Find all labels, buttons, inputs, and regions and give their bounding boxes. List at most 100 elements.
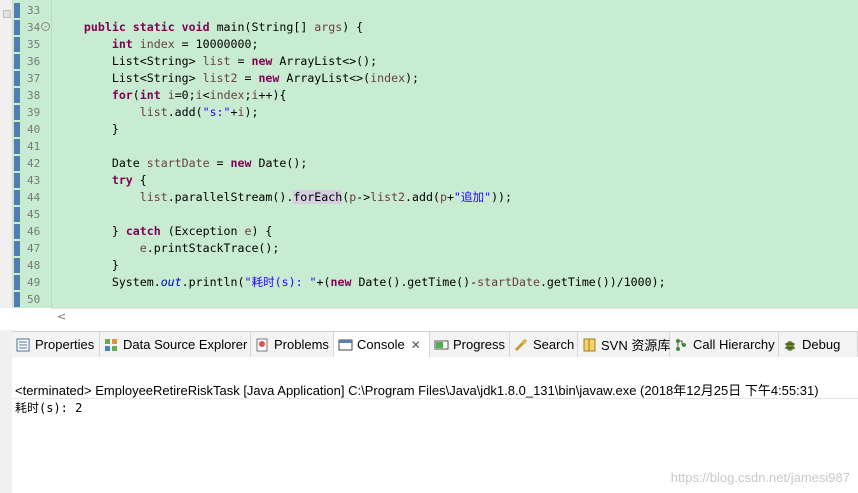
code-text: }: [56, 224, 126, 238]
code-text: +: [446, 190, 454, 204]
code-line[interactable]: try {: [56, 172, 147, 189]
code-text: System.: [56, 275, 161, 289]
console-icon: [338, 338, 353, 352]
tab-label: Search: [533, 337, 575, 352]
tab-call-hierarchy[interactable]: Call Hierarchy: [670, 332, 779, 357]
code-line[interactable]: List<String> list = new ArrayList<>();: [56, 53, 377, 70]
tab-svn[interactable]: SVN 资源库: [578, 332, 670, 357]
line-number: 36: [13, 53, 51, 70]
code-line[interactable]: int index = 10000000;: [56, 36, 259, 53]
progress-icon: [434, 338, 449, 352]
code-line[interactable]: System.out.println("耗时(s): "+(new Date()…: [56, 274, 666, 291]
tab-search[interactable]: Search: [510, 332, 578, 357]
variable: index: [209, 88, 245, 102]
line-number-text: 34: [27, 21, 41, 34]
code-text: Date: [56, 156, 147, 170]
line-number-text: 39: [27, 106, 41, 119]
code-text: ) {: [342, 20, 364, 34]
change-marker: [14, 241, 20, 256]
code-line[interactable]: public static void main(String[] args) {: [56, 19, 363, 36]
change-marker: [14, 122, 20, 137]
change-marker: [14, 190, 20, 205]
code-line[interactable]: }: [56, 257, 119, 274]
tab-problems[interactable]: Problems: [251, 332, 334, 357]
fold-toggle-icon[interactable]: -: [41, 22, 50, 31]
code-text: (Exception: [160, 224, 245, 238]
tab-label: Data Source Explorer: [123, 337, 248, 352]
code-text: );: [244, 105, 259, 119]
code-text: ;: [244, 88, 252, 102]
variable: i: [195, 88, 203, 102]
code-line[interactable]: e.printStackTrace();: [56, 240, 280, 257]
keyword: new: [251, 54, 273, 68]
line-number-text: 43: [27, 174, 41, 187]
variable: index: [139, 37, 175, 51]
line-number: 33: [13, 2, 51, 19]
close-icon[interactable]: ✕: [411, 338, 421, 352]
code-text: {: [132, 173, 147, 187]
console-view[interactable]: <terminated> EmployeeRetireRiskTask [Jav…: [12, 357, 858, 493]
code-line[interactable]: list.add("s:"+i);: [56, 104, 259, 121]
tab-progress[interactable]: Progress: [430, 332, 510, 357]
keyword: new: [258, 71, 280, 85]
code-editor[interactable]: 33 34-35 36 37 38 39 40 41 42 43 44 45 46 47 48 49 50 pu…: [0, 0, 858, 308]
editor-left-margin: [0, 0, 13, 308]
line-number-text: 44: [27, 191, 41, 204]
keyword: try: [111, 173, 133, 187]
code-line[interactable]: list.parallelStream().forEach(p->list2.a…: [56, 189, 512, 206]
code-line[interactable]: } catch (Exception e) {: [56, 223, 273, 240]
code-text: ));: [491, 190, 513, 204]
line-number: 39: [13, 104, 51, 121]
scroll-left-icon[interactable]: <: [57, 310, 66, 323]
line-number: 44: [13, 189, 51, 206]
code-line[interactable]: for(int i=0;i<index;i++){: [56, 87, 287, 104]
line-number: 46: [13, 223, 51, 240]
tab-debug[interactable]: Debug: [779, 332, 858, 357]
change-marker: [14, 37, 20, 52]
tab-label: Call Hierarchy: [693, 337, 775, 352]
code-text: main(String[]: [209, 20, 315, 34]
horizontal-scrollbar[interactable]: <: [51, 308, 858, 325]
tab-label: Progress: [453, 337, 506, 352]
keyword: int: [139, 88, 161, 102]
code-text: }: [56, 122, 119, 136]
code-text: <: [202, 88, 210, 102]
keyword: new: [330, 275, 352, 289]
tab-label: Debug: [802, 337, 841, 352]
tab-properties[interactable]: Properties: [12, 332, 100, 357]
change-marker: [14, 207, 20, 222]
code-line[interactable]: List<String> list2 = new ArrayList<>(ind…: [56, 70, 419, 87]
line-number-text: 33: [27, 4, 41, 17]
data-source-icon: [104, 338, 119, 352]
change-marker: [14, 173, 20, 188]
tab-label: Console: [357, 337, 405, 352]
tab-data-source-explorer[interactable]: Data Source Explorer: [100, 332, 251, 357]
change-marker: [14, 20, 20, 35]
change-marker: [14, 292, 20, 307]
line-number-text: 42: [27, 157, 41, 170]
code-line[interactable]: }: [56, 121, 119, 138]
keyword: public: [83, 20, 126, 34]
line-number: 34-: [13, 19, 51, 36]
variable: args: [314, 20, 343, 34]
variable: startDate: [146, 156, 210, 170]
tab-console[interactable]: Console ✕: [334, 332, 430, 357]
line-number: 49: [13, 274, 51, 291]
code-text: .add(: [167, 105, 203, 119]
code-text: List<String>: [56, 71, 203, 85]
console-output[interactable]: 耗时(s): 2: [15, 399, 82, 416]
line-number-text: 49: [27, 276, 41, 289]
variable: list2: [202, 71, 238, 85]
line-number: 42: [13, 155, 51, 172]
line-number: 45: [13, 206, 51, 223]
change-marker: [14, 3, 20, 18]
code-text: Date().getTime()-: [351, 275, 478, 289]
variable: index: [370, 71, 406, 85]
code-text: (: [132, 88, 140, 102]
code-text: .printStackTrace();: [146, 241, 280, 255]
marker-icon: [3, 10, 11, 18]
code-line[interactable]: Date startDate = new Date();: [56, 155, 308, 172]
